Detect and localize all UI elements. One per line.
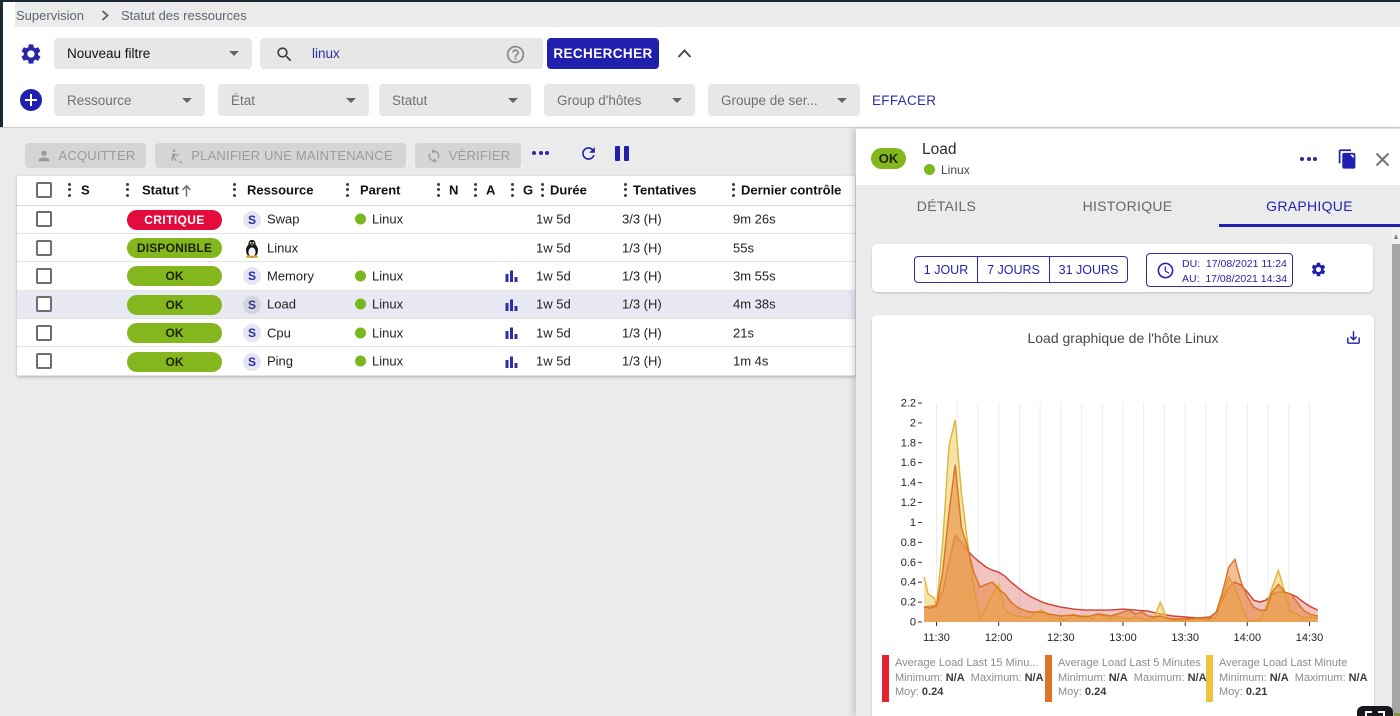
svg-text:12:00: 12:00: [985, 632, 1013, 644]
svg-text:2: 2: [910, 417, 916, 429]
svg-text:2.2: 2.2: [901, 398, 916, 410]
svg-text:0.2: 0.2: [901, 597, 916, 609]
svg-text:14:30: 14:30: [1296, 632, 1324, 644]
svg-text:0.6: 0.6: [901, 557, 916, 569]
svg-text:0: 0: [910, 617, 916, 629]
svg-text:1.6: 1.6: [901, 457, 916, 469]
svg-text:1.8: 1.8: [901, 437, 916, 449]
svg-text:1.4: 1.4: [901, 477, 916, 489]
svg-text:11:30: 11:30: [923, 632, 950, 644]
svg-text:0.4: 0.4: [901, 577, 916, 589]
svg-text:1.2: 1.2: [901, 497, 916, 509]
svg-text:13:00: 13:00: [1109, 632, 1137, 644]
svg-text:0.8: 0.8: [901, 537, 916, 549]
svg-text:1: 1: [910, 517, 916, 529]
svg-text:13:30: 13:30: [1171, 632, 1199, 644]
svg-text:12:30: 12:30: [1047, 632, 1075, 644]
svg-text:14:00: 14:00: [1234, 632, 1262, 644]
